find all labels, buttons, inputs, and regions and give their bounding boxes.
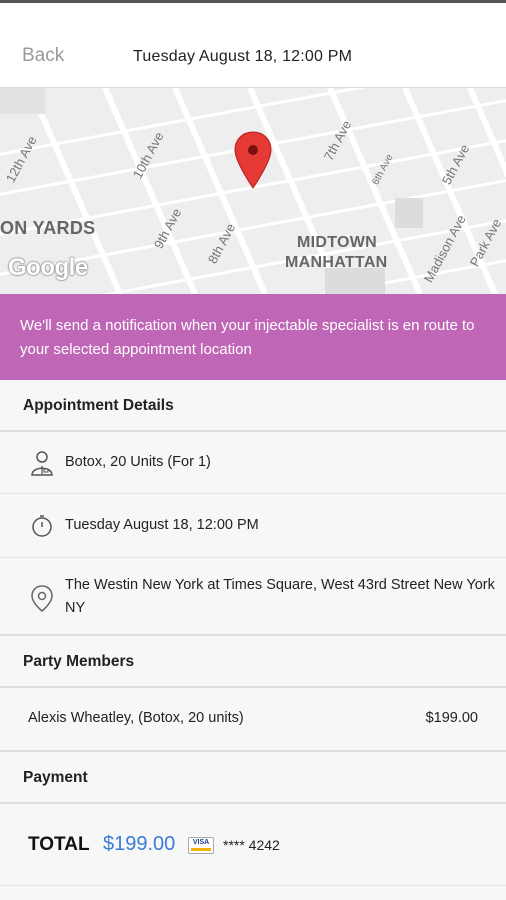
location-text: The Westin New York at Times Square, Wes… [65, 577, 495, 616]
section-title: Appointment Details [23, 397, 174, 414]
location-row: The Westin New York at Times Square, Wes… [0, 558, 506, 636]
party-members-header: Party Members [0, 636, 506, 688]
map-pin-icon [31, 585, 53, 612]
appointment-details-header: Appointment Details [0, 380, 506, 432]
party-member-row: Alexis Wheatley, (Botox, 20 units) $199.… [0, 688, 506, 752]
total-row: TOTAL $199.00 VISA **** 4242 [0, 804, 506, 886]
section-title: Payment [23, 769, 88, 786]
member-name: Alexis Wheatley, (Botox, 20 units) [28, 710, 244, 726]
area-label: ON YARDS [0, 218, 96, 238]
payment-header: Payment [0, 752, 506, 804]
map-view[interactable]: 12th Ave 10th Ave 9th Ave 8th Ave 7th Av… [0, 88, 506, 294]
notification-banner: We'll send a notification when your inje… [0, 294, 506, 380]
area-label: MANHATTAN [285, 254, 388, 271]
service-row: Botox, 20 Units (For 1) [0, 432, 506, 494]
datetime-text: Tuesday August 18, 12:00 PM [65, 517, 259, 533]
location-pin-icon[interactable] [233, 130, 273, 190]
datetime-row: Tuesday August 18, 12:00 PM [0, 494, 506, 558]
doctor-icon [31, 451, 53, 476]
area-label: MIDTOWN [297, 234, 378, 251]
top-bar: Back Tuesday August 18, 12:00 PM [0, 0, 506, 88]
service-text: Botox, 20 Units (For 1) [65, 454, 211, 470]
notification-text: We'll send a notification when your inje… [20, 317, 475, 358]
back-button[interactable]: Back [22, 45, 64, 67]
visa-card-icon: VISA [188, 837, 214, 854]
total-label: TOTAL [28, 834, 90, 855]
total-amount: $199.00 [103, 833, 176, 855]
member-price: $199.00 [425, 710, 478, 726]
google-logo: Google [8, 254, 88, 281]
page-title: Tuesday August 18, 12:00 PM [133, 48, 353, 65]
card-number: **** 4242 [223, 837, 280, 853]
section-title: Party Members [23, 653, 135, 670]
stopwatch-icon [32, 515, 52, 537]
